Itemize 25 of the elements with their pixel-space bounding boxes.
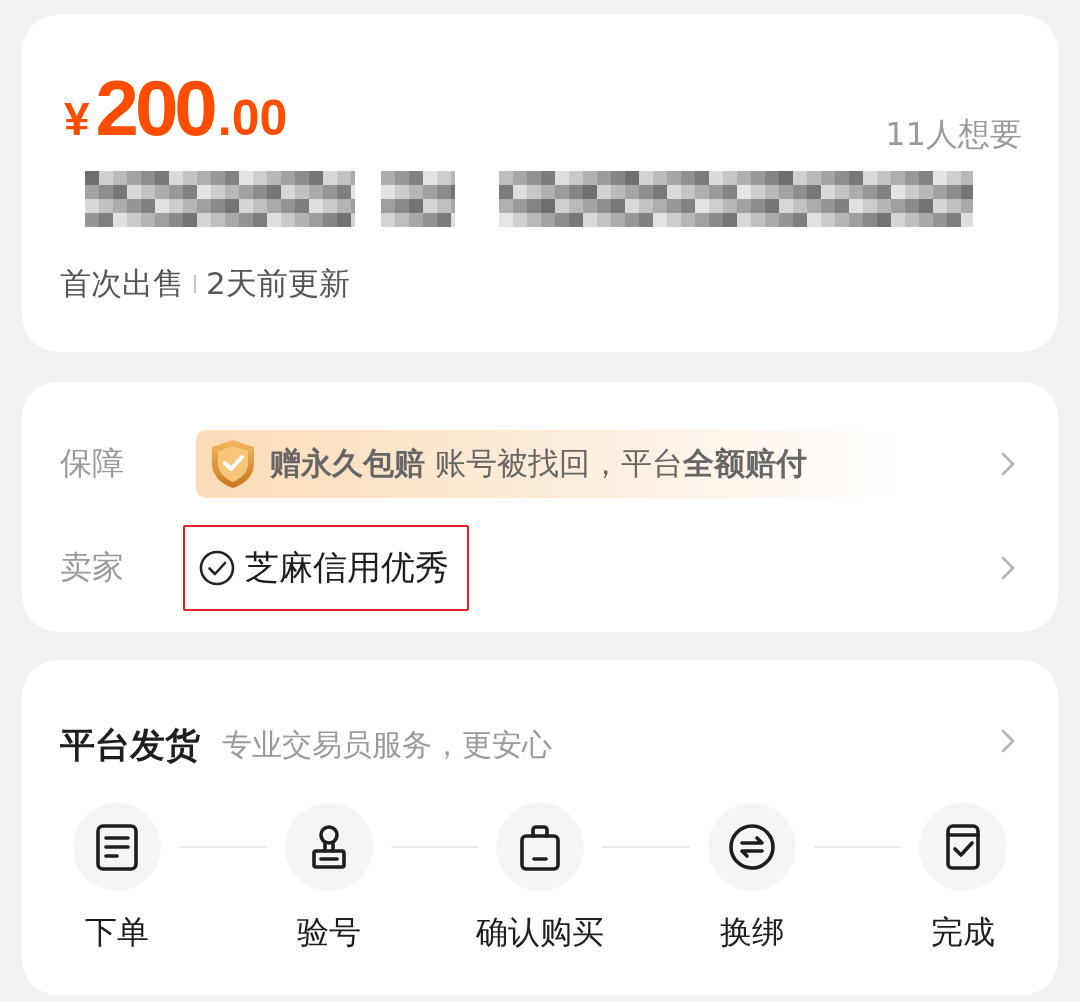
row-label: 卖家 bbox=[60, 547, 125, 588]
guarantee-text: 赠永久包赔 账号被找回，平台全额赔付 bbox=[270, 444, 807, 483]
box-check-icon bbox=[919, 803, 1007, 891]
price: ¥200.00 bbox=[63, 69, 288, 147]
stamp-icon bbox=[284, 803, 373, 891]
check-circle-icon bbox=[199, 550, 235, 586]
want-count: 11人想要 bbox=[885, 114, 1022, 153]
step-label: 下单 bbox=[85, 912, 149, 953]
seller-credit: 芝麻信用优秀 bbox=[245, 546, 449, 589]
step-label: 验号 bbox=[296, 912, 361, 953]
delivery-title: 平台发货 bbox=[60, 723, 200, 767]
document-icon bbox=[73, 803, 161, 891]
chevron-right-icon[interactable] bbox=[1001, 729, 1015, 753]
step-label: 确认购买 bbox=[476, 912, 604, 953]
delivery-subtitle: 专业交易员服务，更安心 bbox=[222, 725, 553, 764]
step-label: 完成 bbox=[931, 912, 995, 953]
listing-meta: 首次出售 bbox=[60, 265, 184, 303]
bag-icon bbox=[496, 803, 584, 891]
step-label: 换绑 bbox=[719, 912, 784, 953]
chevron-right-icon[interactable] bbox=[1001, 452, 1015, 476]
row-label: 保障 bbox=[60, 443, 125, 484]
chevron-right-icon[interactable] bbox=[1001, 556, 1015, 580]
swap-icon bbox=[707, 803, 796, 891]
shield-icon bbox=[210, 439, 256, 489]
listing-meta: 2天前更新 bbox=[206, 265, 350, 303]
